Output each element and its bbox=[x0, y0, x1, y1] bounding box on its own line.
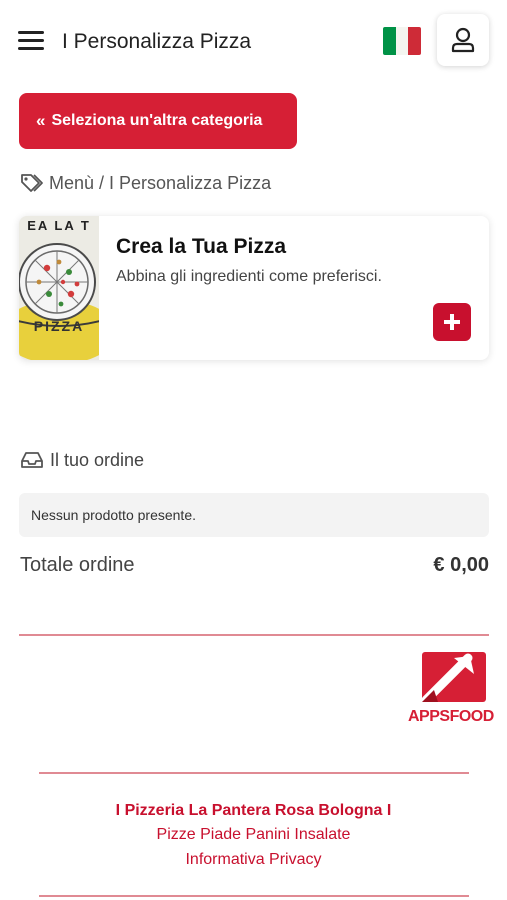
order-total-value: € 0,00 bbox=[433, 554, 489, 576]
select-other-category-label: Seleziona un'altra categoria bbox=[51, 112, 263, 129]
product-title: Crea la Tua Pizza bbox=[116, 235, 287, 258]
business-name: I Pizzeria La Pantera Rosa Bologna I bbox=[115, 802, 392, 819]
order-heading: Il tuo ordine bbox=[20, 448, 144, 472]
user-account-button[interactable] bbox=[437, 14, 489, 66]
privacy-policy-link[interactable]: Informativa Privacy bbox=[0, 851, 507, 869]
header-bar: I Personalizza Pizza bbox=[0, 0, 507, 84]
select-other-category-button[interactable]: « Seleziona un'altra categoria bbox=[19, 93, 297, 149]
page-title: I Personalizza Pizza bbox=[62, 30, 252, 53]
product-card[interactable]: EA LA T PIZZA Crea la Tua Pizza Abbina g… bbox=[19, 216, 489, 360]
pizza-image-text-top: EA LA T bbox=[27, 218, 91, 233]
business-subtitle: Pizze Piade Panini Insalate bbox=[156, 826, 351, 843]
inbox-icon bbox=[21, 452, 43, 468]
footer-divider-top bbox=[19, 634, 489, 636]
appsfood-logo-text: APPSFOOD bbox=[408, 708, 494, 725]
pizza-image-text-bottom: PIZZA bbox=[33, 318, 85, 334]
product-image: EA LA T PIZZA bbox=[19, 216, 99, 360]
italy-flag-icon[interactable] bbox=[383, 27, 421, 55]
appsfood-logo[interactable]: APPSFOOD bbox=[408, 650, 494, 730]
double-chevron-left-icon: « bbox=[36, 111, 46, 130]
order-total-label: Totale ordine bbox=[20, 554, 135, 576]
breadcrumb: Menù / I Personalizza Pizza bbox=[20, 171, 271, 195]
hamburger-menu-icon[interactable] bbox=[18, 30, 44, 52]
tag-icon bbox=[21, 174, 43, 192]
footer-divider-middle bbox=[39, 772, 469, 774]
footer-divider-bottom bbox=[39, 895, 469, 897]
product-description: Abbina gli ingredienti come preferisci. bbox=[116, 268, 382, 285]
add-product-button[interactable] bbox=[433, 303, 471, 341]
order-heading-label: Il tuo ordine bbox=[50, 449, 145, 470]
plus-icon bbox=[444, 314, 460, 330]
order-empty-message: Nessun prodotto presente. bbox=[19, 493, 489, 537]
user-icon bbox=[451, 27, 475, 53]
breadcrumb-text: Menù / I Personalizza Pizza bbox=[49, 172, 272, 193]
